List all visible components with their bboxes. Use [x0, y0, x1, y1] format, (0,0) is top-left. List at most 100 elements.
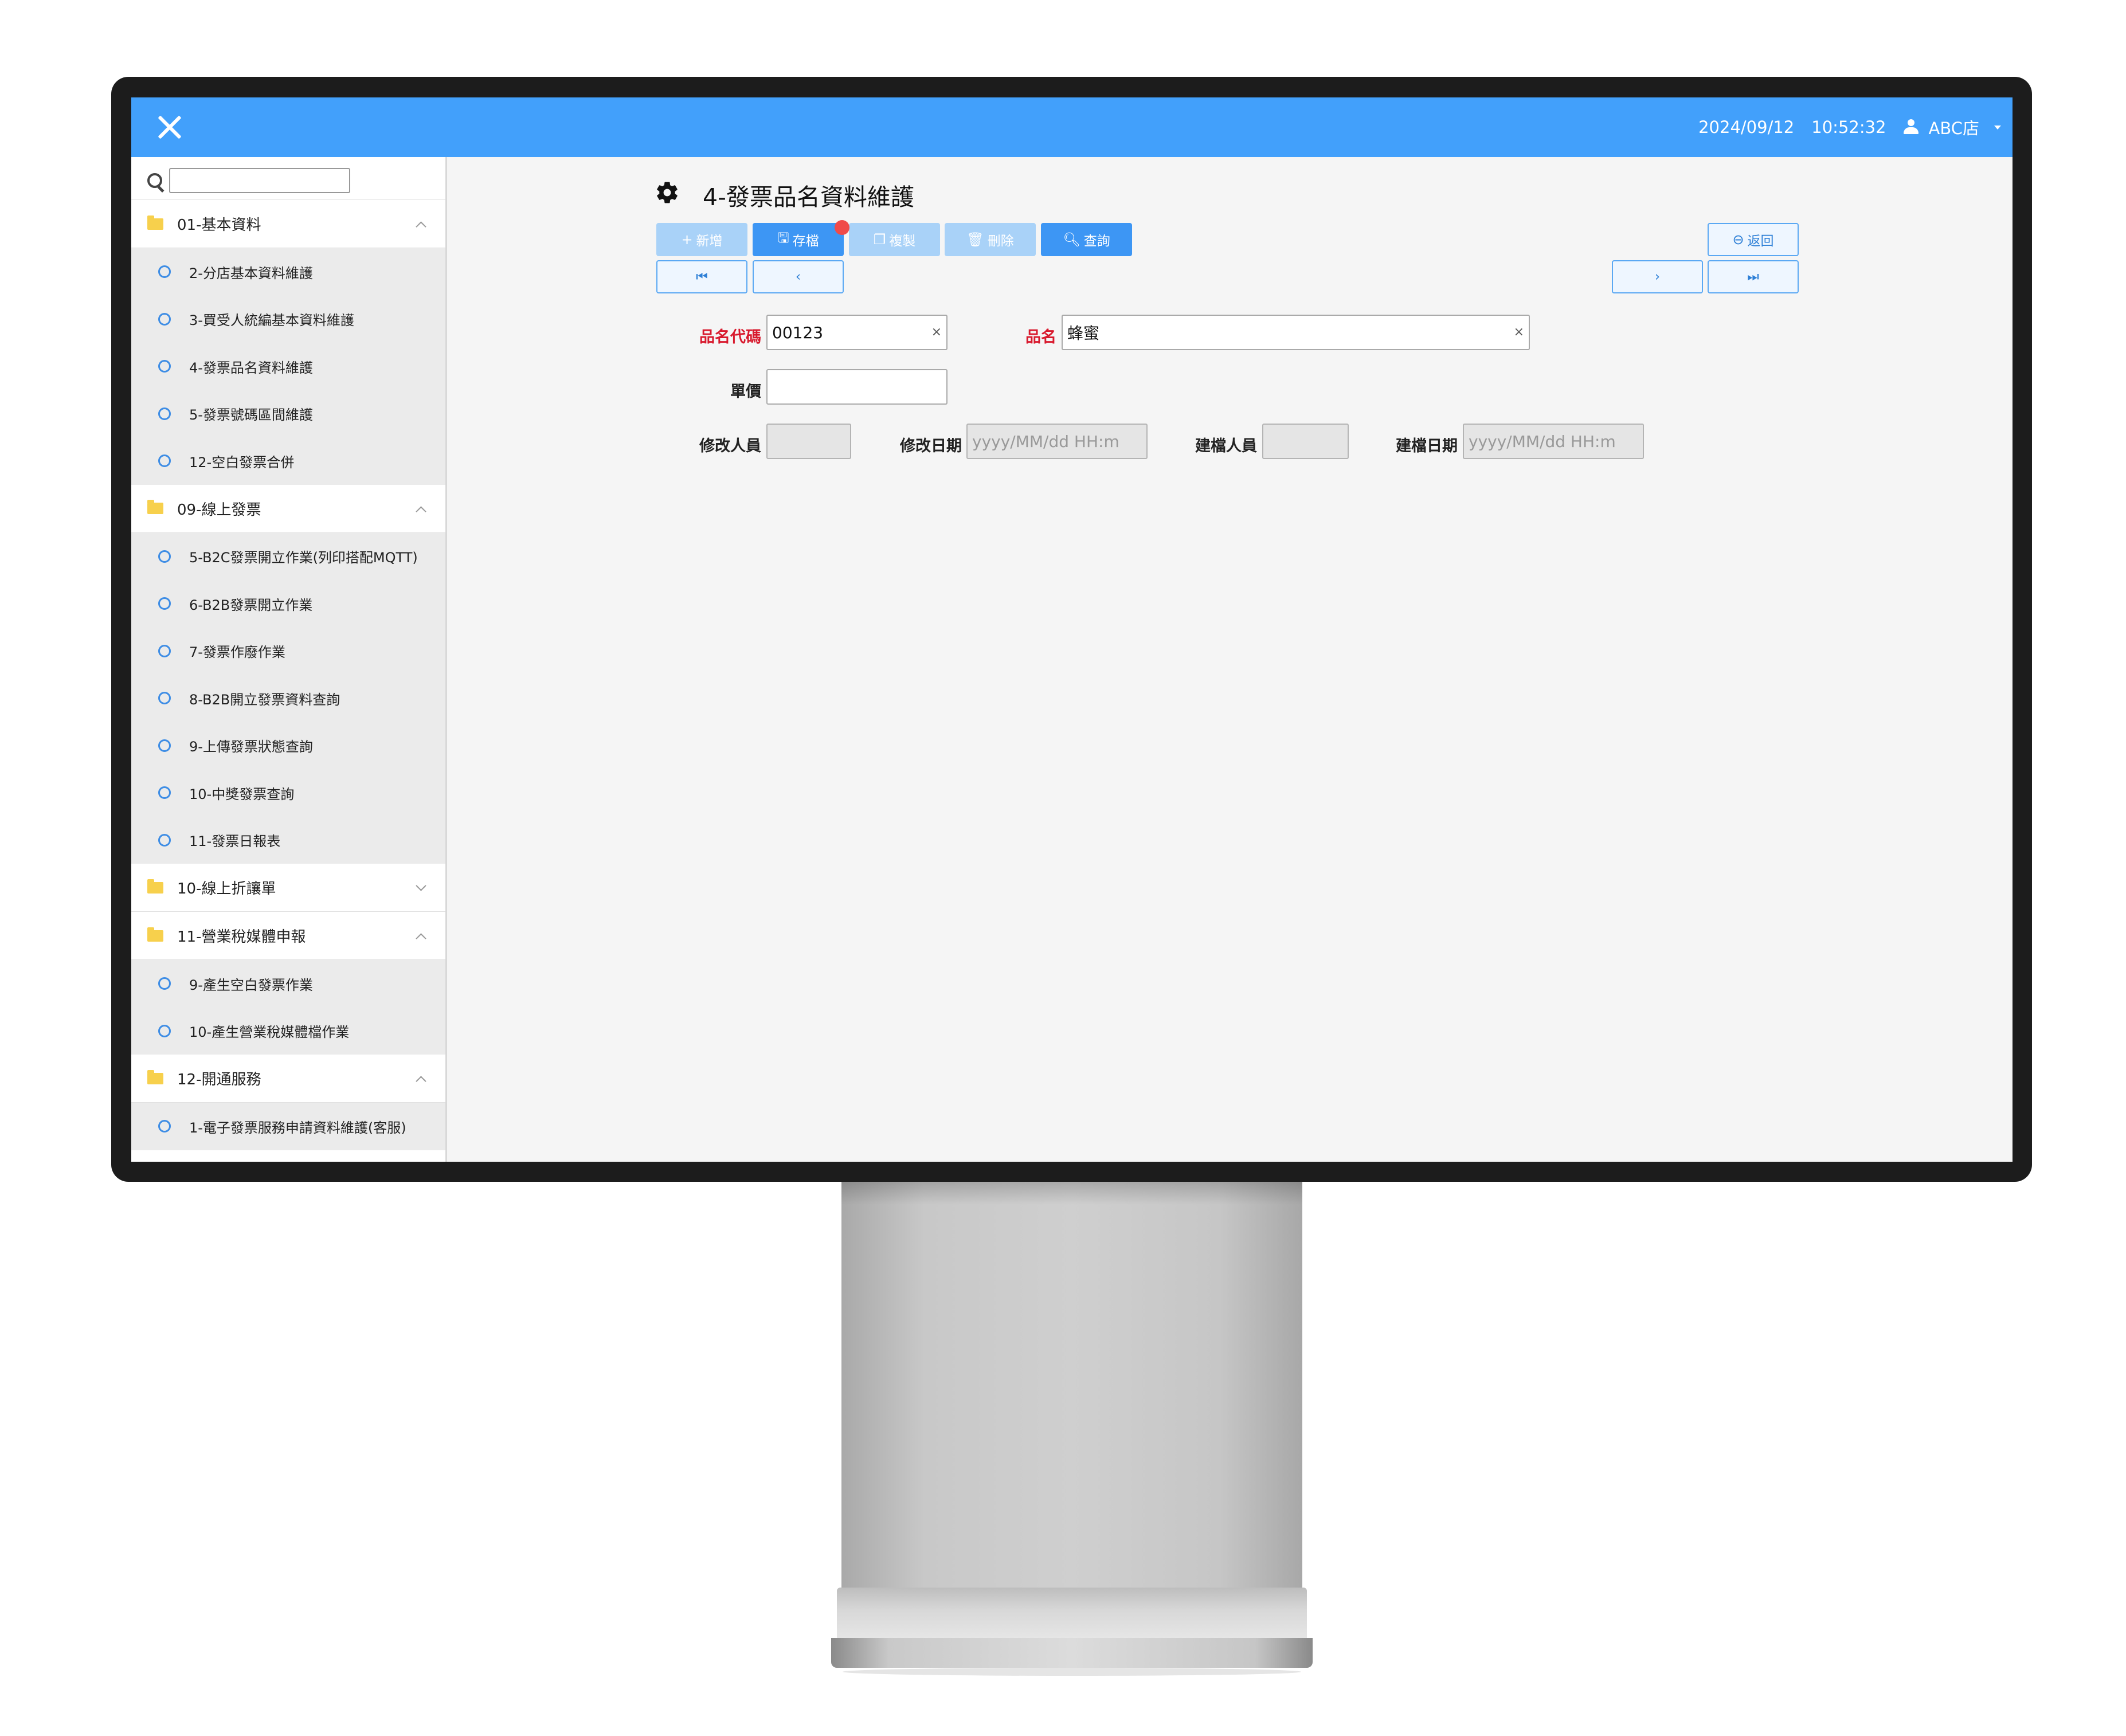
circle-icon	[158, 644, 171, 657]
close-icon[interactable]	[157, 115, 182, 140]
user-icon	[1903, 119, 1919, 135]
sidebar-item[interactable]: 12-空白發票合併	[131, 437, 445, 485]
circle-icon	[158, 454, 171, 468]
circle-icon	[158, 1120, 171, 1133]
sidebar-group-online-invoice[interactable]: 09-線上發票	[131, 484, 445, 533]
sidebar-item[interactable]: 1-電子發票服務申請資料維護(客服)	[131, 1103, 445, 1150]
sidebar-item-label: 9-上傳發票狀態查詢	[189, 739, 313, 755]
sidebar-sublist: 5-B2C發票開立作業(列印搭配MQTT) 6-B2B發票開立作業 7-發票作廢…	[131, 532, 445, 864]
sidebar-item[interactable]: 3-買受人統編基本資料維護	[131, 296, 445, 343]
sidebar-search-input[interactable]	[169, 168, 350, 193]
circle-icon	[158, 786, 171, 800]
sidebar-group-basic-data[interactable]: 01-基本資料	[131, 200, 445, 248]
circle-icon	[158, 692, 171, 705]
sidebar-item-label: 6-B2B發票開立作業	[189, 597, 313, 613]
skip-last-icon: ⏭	[1747, 269, 1759, 284]
sidebar-item-label: 5-發票號碼區間維護	[189, 407, 313, 424]
sidebar-item[interactable]: 11-發票日報表	[131, 817, 445, 864]
back-button[interactable]: ⊖ 返回	[1708, 223, 1799, 256]
sidebar-sublist: 1-電子發票服務申請資料維護(客服)	[131, 1103, 445, 1150]
chevron-down-icon	[416, 880, 426, 891]
sidebar-item[interactable]: 9-產生空白發票作業	[131, 960, 445, 1008]
sidebar-item[interactable]: 8-B2B開立發票資料查詢	[131, 675, 445, 722]
clear-icon[interactable]: ×	[1514, 325, 1524, 339]
caret-down-icon[interactable]	[1994, 125, 2001, 130]
search-icon: 🔍︎	[1063, 232, 1080, 248]
chevron-up-icon	[416, 505, 426, 517]
sidebar-item[interactable]: 5-發票號碼區間維護	[131, 390, 445, 438]
top-bar: 2024/09/12 10:52:32 ABC店	[131, 97, 2013, 157]
sidebar-item-label: 7-發票作廢作業	[189, 644, 285, 661]
modifier-field	[766, 424, 851, 459]
clear-icon[interactable]: ×	[931, 325, 942, 339]
chevron-up-icon	[416, 221, 426, 232]
copy-button[interactable]: ❐ 複製	[849, 223, 940, 256]
modify-date-field: yyyy/MM/dd HH:m	[966, 424, 1148, 459]
circle-icon	[158, 550, 171, 563]
modify-date-label: 修改日期	[900, 437, 962, 455]
unit-price-field[interactable]	[766, 369, 948, 405]
sidebar-item[interactable]: 6-B2B發票開立作業	[131, 580, 445, 628]
previous-record-button[interactable]: ‹	[753, 260, 844, 293]
creator-label: 建檔人員	[1195, 437, 1257, 455]
sidebar-group-tax-filing[interactable]: 11-營業稅媒體申報	[131, 912, 445, 960]
plus-icon: +	[681, 232, 693, 248]
circle-icon	[158, 833, 171, 847]
circle-icon	[158, 407, 171, 420]
copy-icon: ❐	[873, 232, 886, 248]
sidebar-group-label: 09-線上發票	[177, 501, 261, 519]
sidebar-group-label: 11-營業稅媒體申報	[177, 928, 306, 946]
sidebar-group-online-allowance[interactable]: 10-線上折讓單	[131, 864, 445, 912]
circle-icon	[158, 360, 171, 373]
item-name-value: 蜂蜜	[1067, 324, 1100, 343]
chevron-right-icon: ›	[1654, 269, 1661, 284]
search-icon	[147, 173, 162, 188]
page-title: 4-發票品名資料維護	[703, 183, 914, 211]
save-button[interactable]: 🖫 存檔	[753, 223, 844, 256]
sidebar-item[interactable]: 2-分店基本資料維護	[131, 248, 445, 296]
monitor-stand-shadow	[841, 1182, 1302, 1205]
new-button[interactable]: + 新增	[656, 223, 747, 256]
sidebar-item[interactable]: 9-上傳發票狀態查詢	[131, 722, 445, 770]
item-code-label: 品名代碼	[699, 328, 761, 346]
gear-icon	[657, 182, 678, 203]
folder-icon	[147, 879, 163, 894]
circle-arrow-left-icon: ⊖	[1732, 232, 1744, 248]
skip-first-icon: ⏮	[696, 269, 708, 284]
sidebar-group-label: 01-基本資料	[177, 217, 261, 234]
sidebar-item-active[interactable]: 4-發票品名資料維護	[131, 343, 445, 390]
sidebar-item-label: 11-發票日報表	[189, 833, 281, 850]
item-code-value: 00123	[772, 323, 824, 342]
sidebar-item[interactable]: 7-發票作廢作業	[131, 628, 445, 675]
sidebar-group-activation-service[interactable]: 12-開通服務	[131, 1055, 445, 1103]
folder-icon	[147, 1069, 163, 1084]
delete-button[interactable]: 🗑 刪除	[945, 223, 1036, 256]
trash-icon: 🗑	[966, 232, 984, 248]
header-status: 2024/09/12 10:52:32 ABC店	[1698, 97, 2001, 157]
circle-icon	[158, 312, 171, 326]
first-record-button[interactable]: ⏮	[656, 260, 747, 293]
sidebar-item[interactable]: 10-產生營業稅媒體檔作業	[131, 1008, 445, 1055]
item-code-field[interactable]: 00123 ×	[766, 315, 948, 350]
next-record-button[interactable]: ›	[1612, 260, 1703, 293]
sidebar-search	[131, 157, 445, 200]
unsaved-badge	[835, 220, 849, 235]
chevron-up-icon	[416, 1076, 426, 1087]
last-record-button[interactable]: ⏭	[1708, 260, 1799, 293]
folder-icon	[147, 927, 163, 942]
item-name-field[interactable]: 蜂蜜 ×	[1062, 315, 1530, 350]
modify-date-placeholder: yyyy/MM/dd HH:m	[972, 432, 1119, 451]
sidebar-item[interactable]: 10-中獎發票查詢	[131, 769, 445, 817]
new-button-label: 新增	[696, 234, 723, 249]
sidebar-item[interactable]: 5-B2C發票開立作業(列印搭配MQTT)	[131, 533, 445, 581]
copy-button-label: 複製	[889, 234, 916, 249]
query-button[interactable]: 🔍︎ 查詢	[1041, 223, 1132, 256]
store-name[interactable]: ABC店	[1929, 115, 1979, 139]
modifier-label: 修改人員	[699, 437, 761, 455]
sidebar-item-label: 2-分店基本資料維護	[189, 265, 313, 281]
sidebar-item-label: 9-產生空白發票作業	[189, 977, 313, 993]
screen: 2024/09/12 10:52:32 ABC店 01-基本資料 2-分店基本資…	[131, 97, 2013, 1162]
sidebar-group-label: 12-開通服務	[177, 1071, 261, 1088]
item-name-label: 品名	[1025, 328, 1056, 346]
creator-field	[1262, 424, 1349, 459]
